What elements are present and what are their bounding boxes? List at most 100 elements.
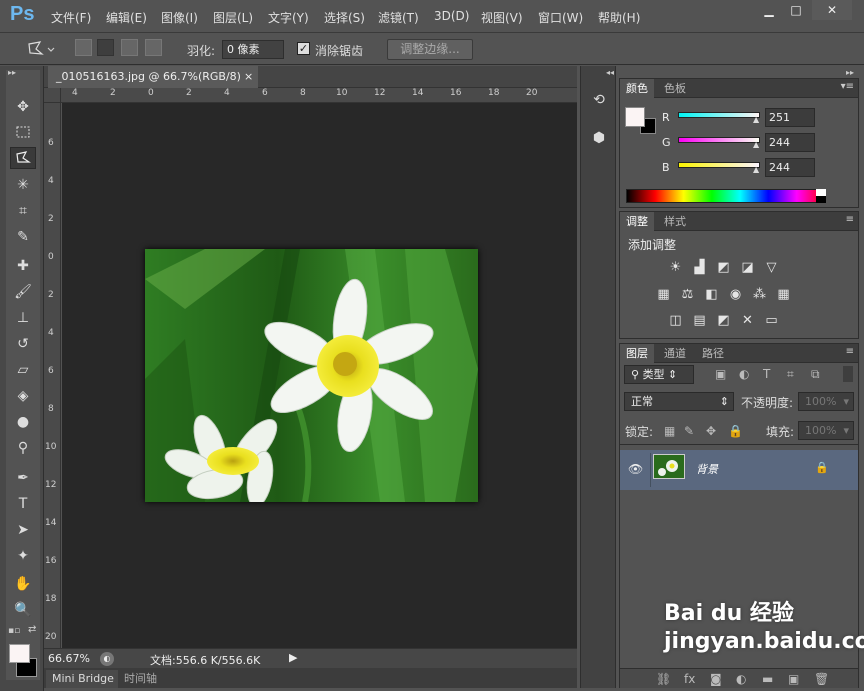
close-button[interactable]: ✕ xyxy=(812,0,852,20)
eraser-tool-icon[interactable]: ▱ xyxy=(10,359,36,381)
tab-paths[interactable]: 路径 xyxy=(696,344,730,363)
menu-image[interactable]: 图像(I) xyxy=(161,9,198,26)
color-spectrum-ramp[interactable] xyxy=(626,189,826,203)
photo-filter-icon[interactable]: ◉ xyxy=(727,286,744,303)
clone-stamp-tool-icon[interactable]: ⊥ xyxy=(10,307,36,329)
new-selection-icon[interactable] xyxy=(75,39,92,56)
foreground-color-swatch[interactable] xyxy=(9,644,30,663)
polygonal-lasso-preset-icon[interactable] xyxy=(26,40,56,58)
brush-tool-icon[interactable]: 🖌 xyxy=(10,281,36,303)
threshold-icon[interactable]: ◩ xyxy=(715,312,732,329)
vibrance-icon[interactable]: ▽ xyxy=(763,259,780,276)
g-slider[interactable] xyxy=(678,137,760,143)
layer-name[interactable]: 背景 xyxy=(696,461,718,477)
g-value-input[interactable]: 244 xyxy=(765,133,815,152)
curves-icon[interactable]: ◩ xyxy=(715,259,732,276)
layer-style-icon[interactable]: fx xyxy=(684,672,695,686)
filter-shape-icon[interactable]: ⌗ xyxy=(787,367,794,382)
visibility-eye-icon[interactable]: 👁 xyxy=(628,462,643,476)
tab-layers[interactable]: 图层 xyxy=(620,344,654,363)
eyedropper-tool-icon[interactable]: ✎ xyxy=(10,226,36,248)
b-value-input[interactable]: 244 xyxy=(765,158,815,177)
add-to-selection-icon[interactable] xyxy=(97,39,114,56)
new-adjustment-layer-icon[interactable]: ◐ xyxy=(736,672,746,686)
levels-icon[interactable]: ▟ xyxy=(691,259,708,276)
menu-filter[interactable]: 滤镜(T) xyxy=(378,9,419,26)
status-menu-arrow-icon[interactable]: ▶ xyxy=(289,651,297,664)
tab-channels[interactable]: 通道 xyxy=(658,344,692,363)
zoom-tool-icon[interactable]: 🔍 xyxy=(10,599,36,621)
tab-styles[interactable]: 样式 xyxy=(658,212,692,231)
panels-collapse-icon[interactable]: ▸▸ xyxy=(846,68,854,77)
minimize-button[interactable]: ▁ xyxy=(756,0,782,20)
intersect-selection-icon[interactable] xyxy=(145,39,162,56)
paint-bucket-tool-icon[interactable]: ◈ xyxy=(10,385,36,407)
panel-menu-icon[interactable]: ≡ xyxy=(846,346,854,357)
marquee-tool-icon[interactable] xyxy=(10,121,36,143)
narcissus-photo[interactable] xyxy=(145,249,478,502)
menu-3d[interactable]: 3D(D) xyxy=(434,9,469,23)
layer-filter-select[interactable]: ⚲ 类型 ⇕ xyxy=(624,365,694,384)
color-lookup-icon[interactable]: ▦ xyxy=(775,286,792,303)
panel-menu-icon[interactable]: ▾≡ xyxy=(841,81,854,92)
menu-type[interactable]: 文字(Y) xyxy=(268,9,309,26)
add-mask-icon[interactable]: ◙ xyxy=(710,672,722,686)
link-layers-icon[interactable]: ⛓ xyxy=(656,672,671,686)
filter-pixel-icon[interactable]: ▣ xyxy=(715,367,726,381)
menu-layer[interactable]: 图层(L) xyxy=(213,9,253,26)
tab-mini-bridge[interactable]: Mini Bridge xyxy=(46,670,120,688)
lock-all-icon[interactable]: 🔒 xyxy=(728,424,743,438)
status-info-icon[interactable]: ◐ xyxy=(100,652,114,666)
new-layer-icon[interactable]: ▣ xyxy=(788,672,799,686)
menu-window[interactable]: 窗口(W) xyxy=(538,9,583,26)
color-balance-icon[interactable]: ⚖ xyxy=(679,286,696,303)
antialias-checkbox[interactable]: ✓ xyxy=(297,42,310,55)
menu-select[interactable]: 选择(S) xyxy=(324,9,365,26)
channel-mixer-icon[interactable]: ⁂ xyxy=(751,286,768,303)
magic-wand-tool-icon[interactable]: ✳ xyxy=(10,174,36,196)
posterize-icon[interactable]: ▤ xyxy=(691,312,708,329)
default-colors-icon[interactable]: ▪▫ xyxy=(8,626,20,636)
hue-saturation-icon[interactable]: ▦ xyxy=(655,286,672,303)
move-tool-icon[interactable]: ✥ xyxy=(10,96,36,118)
filter-adjustment-icon[interactable]: ◐ xyxy=(739,367,749,381)
new-group-icon[interactable]: ▬ xyxy=(762,672,773,686)
r-slider[interactable] xyxy=(678,112,760,118)
lock-transparent-icon[interactable]: ▦ xyxy=(664,424,675,438)
panel-menu-icon[interactable]: ≡ xyxy=(846,214,854,225)
exposure-icon[interactable]: ◪ xyxy=(739,259,756,276)
brightness-contrast-icon[interactable]: ☀ xyxy=(667,259,684,276)
tab-color[interactable]: 颜色 xyxy=(620,79,654,98)
hand-tool-icon[interactable]: ✋ xyxy=(10,573,36,595)
filter-toggle[interactable] xyxy=(843,366,853,382)
menu-edit[interactable]: 编辑(E) xyxy=(106,9,147,26)
layer-row-background[interactable]: 👁 背景 🔒 xyxy=(620,450,858,490)
tab-swatches[interactable]: 色板 xyxy=(658,79,692,98)
black-white-ramp[interactable] xyxy=(816,189,826,203)
toolbox-collapse-icon[interactable]: ▸▸ xyxy=(8,68,16,77)
type-tool-icon[interactable]: T xyxy=(10,493,36,515)
blend-mode-select[interactable]: 正常 ⇕ xyxy=(624,392,734,411)
blur-tool-icon[interactable]: ● xyxy=(10,411,36,433)
healing-brush-tool-icon[interactable]: ✚ xyxy=(10,255,36,277)
b-slider[interactable] xyxy=(678,162,760,168)
tab-adjustments[interactable]: 调整 xyxy=(620,212,654,231)
history-panel-icon[interactable]: ⟲ xyxy=(587,92,611,114)
path-selection-tool-icon[interactable]: ➤ xyxy=(10,519,36,541)
document-tab[interactable]: _010516163.jpg @ 66.7%(RGB/8) × xyxy=(48,66,258,88)
opacity-input[interactable]: 100% ▾ xyxy=(798,392,854,411)
selective-color-icon[interactable]: ✕ xyxy=(739,312,756,329)
g-slider-thumb-icon[interactable]: ▲ xyxy=(753,140,759,149)
r-value-input[interactable]: 251 xyxy=(765,108,815,127)
menu-view[interactable]: 视图(V) xyxy=(481,9,523,26)
crop-tool-icon[interactable]: ⌗ xyxy=(10,200,36,222)
dodge-tool-icon[interactable]: ⚲ xyxy=(10,437,36,459)
r-slider-thumb-icon[interactable]: ▲ xyxy=(753,115,759,124)
delete-layer-icon[interactable]: 🗑 xyxy=(814,672,829,686)
fill-input[interactable]: 100% ▾ xyxy=(798,421,854,440)
refine-edge-button[interactable]: 调整边缘... xyxy=(387,39,473,60)
lock-pixels-icon[interactable]: ✎ xyxy=(684,424,694,438)
feather-input[interactable]: 0 像素 xyxy=(222,40,284,59)
shape-tool-icon[interactable]: ✦ xyxy=(10,545,36,567)
invert-icon[interactable]: ◫ xyxy=(667,312,684,329)
